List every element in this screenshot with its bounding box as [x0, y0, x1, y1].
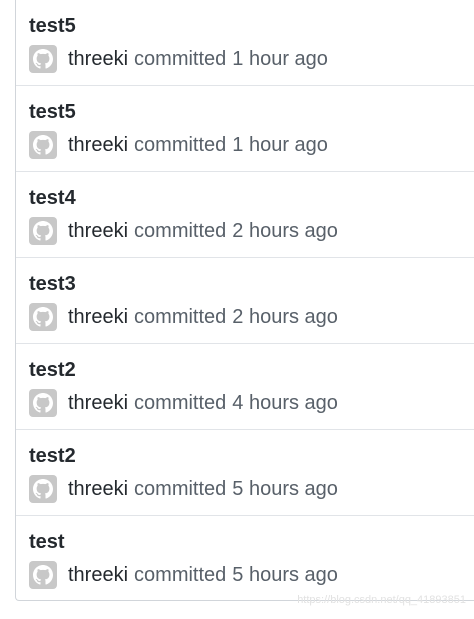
commit-meta: threeki committed 5 hours ago	[29, 560, 338, 590]
avatar[interactable]	[29, 45, 57, 73]
commit-title[interactable]: test4	[29, 185, 76, 211]
commit-time: 1 hour ago	[232, 47, 328, 70]
commit-title[interactable]: test3	[29, 271, 76, 297]
commit-item: test4 threeki committed 2 hours ago	[16, 172, 474, 258]
github-octocat-icon	[33, 307, 53, 327]
github-octocat-icon	[33, 479, 53, 499]
github-octocat-icon	[33, 135, 53, 155]
commit-meta: threeki committed 1 hour ago	[29, 44, 328, 74]
committed-label: committed	[134, 219, 227, 242]
watermark: https://blog.csdn.net/qq_41893851	[297, 594, 466, 606]
github-octocat-icon	[33, 49, 53, 69]
author-link[interactable]: threeki	[68, 564, 128, 587]
commit-time: 5 hours ago	[232, 477, 338, 500]
commit-item: test2 threeki committed 5 hours ago	[16, 430, 474, 516]
commit-time: 2 hours ago	[232, 305, 338, 328]
commit-time: 5 hours ago	[232, 563, 338, 586]
committed-label: committed	[134, 391, 227, 414]
github-octocat-icon	[33, 393, 53, 413]
commit-meta: threeki committed 5 hours ago	[29, 474, 338, 504]
commit-time: 4 hours ago	[232, 391, 338, 414]
committed-label: committed	[134, 563, 227, 586]
committed-label: committed	[134, 133, 227, 156]
avatar[interactable]	[29, 217, 57, 245]
committed-label: committed	[134, 47, 227, 70]
author-link[interactable]: threeki	[68, 478, 128, 501]
commit-title[interactable]: test5	[29, 99, 76, 125]
commit-item: test threeki committed 5 hours ago	[16, 516, 474, 602]
commit-meta: threeki committed 2 hours ago	[29, 302, 338, 332]
committed-label: committed	[134, 477, 227, 500]
avatar[interactable]	[29, 131, 57, 159]
commit-title[interactable]: test2	[29, 443, 76, 469]
avatar[interactable]	[29, 389, 57, 417]
author-link[interactable]: threeki	[68, 48, 128, 71]
avatar[interactable]	[29, 561, 57, 589]
author-link[interactable]: threeki	[68, 392, 128, 415]
author-link[interactable]: threeki	[68, 306, 128, 329]
github-octocat-icon	[33, 565, 53, 585]
commit-title[interactable]: test5	[29, 13, 76, 39]
commit-time: 2 hours ago	[232, 219, 338, 242]
commit-item: test3 threeki committed 2 hours ago	[16, 258, 474, 344]
avatar[interactable]	[29, 475, 57, 503]
commit-title[interactable]: test	[29, 529, 65, 555]
author-link[interactable]: threeki	[68, 220, 128, 243]
commit-item: test5 threeki committed 1 hour ago	[16, 0, 474, 86]
commit-item: test2 threeki committed 4 hours ago	[16, 344, 474, 430]
committed-label: committed	[134, 305, 227, 328]
avatar[interactable]	[29, 303, 57, 331]
commit-title[interactable]: test2	[29, 357, 76, 383]
commit-time: 1 hour ago	[232, 133, 328, 156]
commit-meta: threeki committed 2 hours ago	[29, 216, 338, 246]
commit-item: test5 threeki committed 1 hour ago	[16, 86, 474, 172]
github-octocat-icon	[33, 221, 53, 241]
commit-list: test5 threeki committed 1 hour ago test5…	[15, 0, 474, 601]
author-link[interactable]: threeki	[68, 134, 128, 157]
commit-meta: threeki committed 4 hours ago	[29, 388, 338, 418]
commit-meta: threeki committed 1 hour ago	[29, 130, 328, 160]
